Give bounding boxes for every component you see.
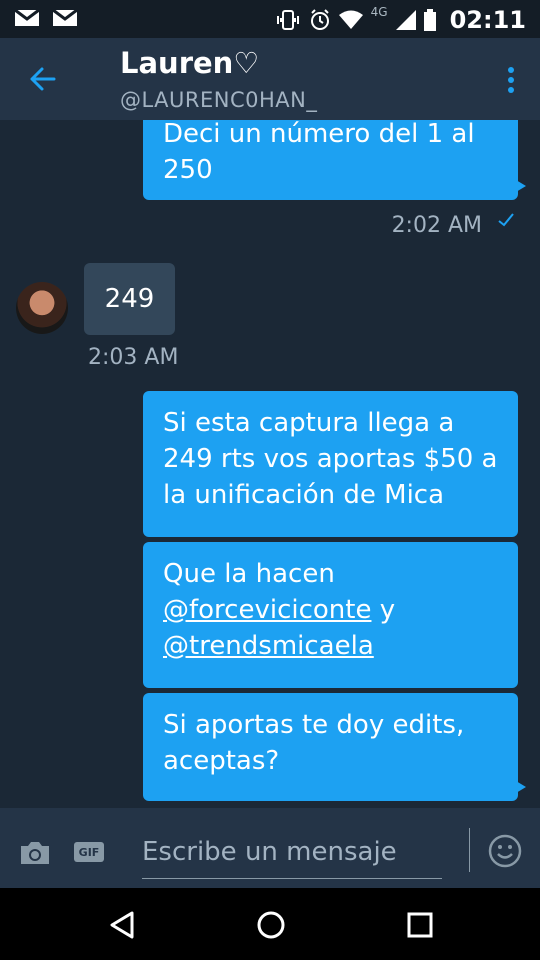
message-text: Si esta captura llega a (163, 408, 455, 438)
status-time: 02:11 (449, 6, 526, 34)
message-bubble-sent[interactable]: Deci un número del 1 al 250 (143, 120, 526, 200)
nav-back-icon[interactable] (108, 910, 136, 944)
conversation-header: Lauren♡ @LAURENC0HAN_ (0, 38, 540, 120)
camera-icon[interactable] (18, 840, 52, 870)
check-icon (498, 212, 514, 231)
message-text: Si aportas te doy edits, (163, 710, 465, 740)
bubble-tail (516, 781, 526, 793)
signal-icon (395, 10, 416, 30)
divider (469, 828, 470, 872)
android-nav-bar (0, 888, 540, 960)
message-text: aceptas? (163, 746, 280, 776)
gmail-icon (52, 8, 78, 28)
message-bubble-sent[interactable]: Si aportas te doy edits, aceptas? (143, 693, 526, 801)
nav-recents-icon[interactable] (406, 911, 434, 943)
message-text: 249 (104, 284, 155, 314)
message-list[interactable]: Deci un número del 1 al 250 2:02 AM 249 … (0, 120, 540, 808)
message-bubble-received[interactable]: 249 (84, 263, 175, 335)
alarm-icon (309, 9, 331, 31)
message-bubble-sent[interactable]: Si esta captura llega a 249 rts vos apor… (143, 391, 518, 537)
network-label: 4G (370, 5, 388, 19)
contact-name: Lauren♡ (120, 46, 260, 80)
vibrate-icon (275, 9, 301, 31)
battery-icon (423, 9, 436, 31)
message-input[interactable] (142, 826, 442, 879)
wifi-icon (338, 10, 363, 30)
mention-link[interactable]: @trendsmicaela (163, 631, 374, 661)
back-arrow-icon[interactable] (26, 62, 60, 96)
message-text: 249 rts vos aportas $50 a (163, 444, 498, 474)
message-timestamp: 2:02 AM (391, 213, 482, 238)
gmail-icon (14, 8, 40, 28)
message-text: la unificación de Mica (163, 480, 445, 510)
contact-handle: @LAURENC0HAN_ (120, 88, 318, 112)
mention-link[interactable]: @forceviciconte (163, 595, 371, 625)
message-text: Que la hacen (163, 559, 335, 589)
message-text: Deci un número del 1 al (163, 120, 475, 149)
message-bubble-sent[interactable]: Que la hacen @forceviciconte y @trendsmi… (143, 542, 518, 688)
gif-button[interactable]: GIF (74, 842, 104, 862)
message-timestamp: 2:03 AM (88, 345, 179, 370)
message-line: @trendsmicaela (163, 628, 498, 664)
message-line: @forceviciconte y (163, 592, 498, 628)
message-composer: GIF (0, 808, 540, 888)
bubble-tail (516, 180, 526, 192)
more-options-icon[interactable] (506, 66, 516, 94)
nav-home-icon[interactable] (256, 910, 286, 944)
status-bar: 4G 02:11 (0, 0, 540, 38)
avatar[interactable] (16, 282, 68, 334)
message-text: y (371, 595, 396, 625)
message-text: 250 (163, 155, 213, 185)
emoji-icon[interactable] (488, 834, 522, 872)
